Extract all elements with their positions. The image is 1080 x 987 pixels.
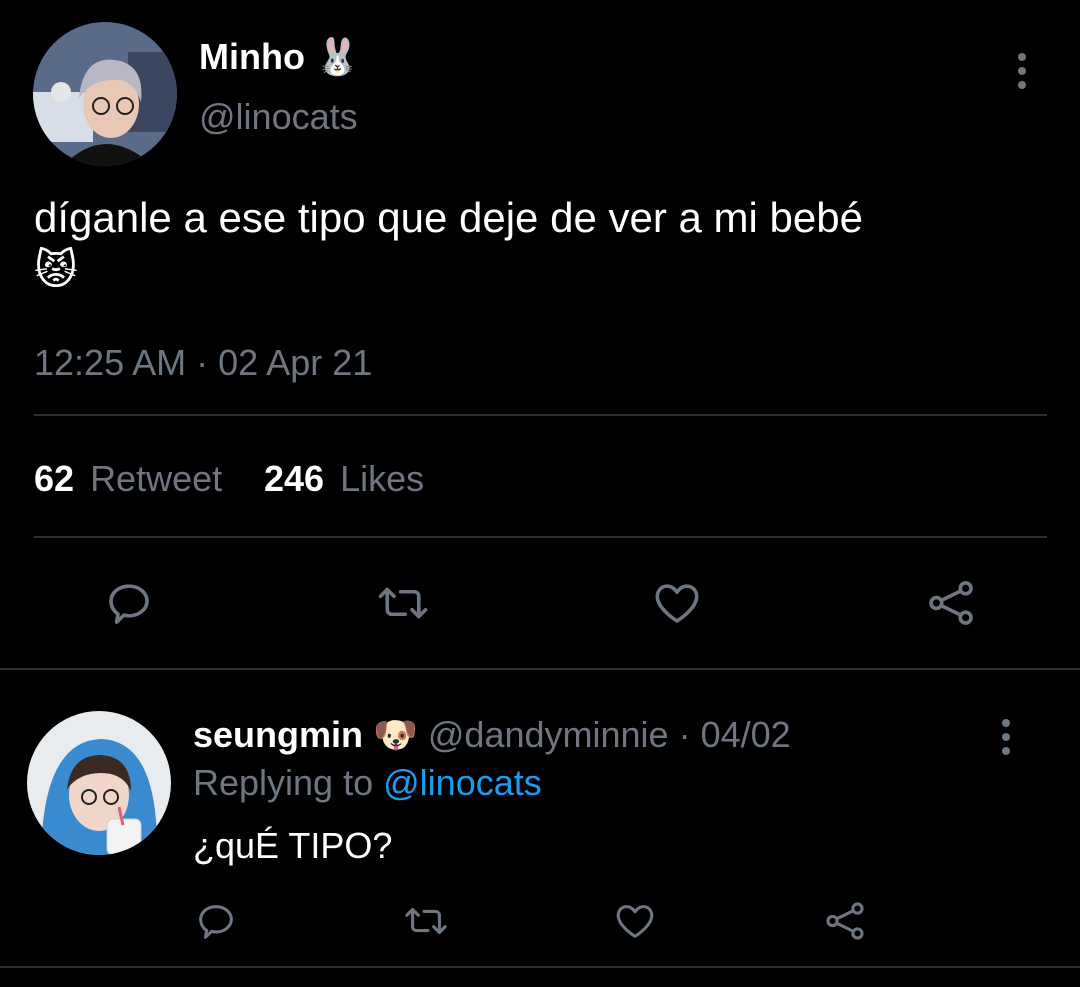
- heart-icon[interactable]: [610, 898, 660, 944]
- reply-name-emoji: 🐶: [373, 714, 418, 755]
- replying-to-handle[interactable]: @linocats: [383, 762, 542, 803]
- display-name-text: Minho: [199, 36, 305, 77]
- avatar[interactable]: [33, 22, 177, 166]
- reply-header: seungmin 🐶 @dandyminnie · 04/02: [193, 714, 791, 756]
- reply-text: ¿quÉ TIPO?: [193, 825, 393, 866]
- reply-icon[interactable]: [191, 898, 241, 944]
- likes-label: Likes: [340, 458, 425, 499]
- retweet-icon[interactable]: [370, 575, 436, 631]
- reply-display-name[interactable]: seungmin: [193, 714, 363, 755]
- section-divider: [0, 668, 1080, 670]
- user-handle[interactable]: @linocats: [199, 96, 358, 138]
- tweet-timestamp: 12:25 AM · 02 Apr 21: [34, 342, 372, 384]
- retweet-icon[interactable]: [398, 898, 454, 944]
- more-options-icon[interactable]: [1000, 719, 1012, 755]
- reply-date: 04/02: [700, 714, 791, 755]
- tweet-text-emoji: 😾: [34, 246, 78, 293]
- retweet-stat[interactable]: 62 Retweet: [34, 458, 222, 500]
- reply-icon[interactable]: [98, 575, 160, 631]
- replying-to-label: Replying to: [193, 762, 374, 803]
- avatar[interactable]: [27, 711, 171, 855]
- tweet-text-body: díganle a ese tipo que deje de ver a mi …: [34, 194, 863, 241]
- name-emoji: 🐰: [314, 36, 360, 77]
- likes-count: 246: [264, 458, 325, 499]
- share-icon[interactable]: [920, 575, 982, 631]
- reply-date-separator: ·: [678, 714, 691, 755]
- tweet-date: 02 Apr 21: [218, 342, 373, 383]
- share-icon[interactable]: [820, 898, 870, 944]
- date-separator: ·: [196, 342, 209, 383]
- retweet-count: 62: [34, 458, 75, 499]
- divider: [34, 414, 1047, 416]
- likes-stat[interactable]: 246 Likes: [264, 458, 424, 500]
- heart-icon[interactable]: [647, 575, 707, 631]
- section-divider: [0, 966, 1080, 968]
- replying-to: Replying to @linocats: [193, 762, 542, 804]
- retweet-label: Retweet: [90, 458, 223, 499]
- tweet-text: díganle a ese tipo que deje de ver a mi …: [34, 192, 1044, 296]
- divider: [34, 536, 1047, 538]
- reply-handle[interactable]: @dandyminnie: [428, 714, 669, 755]
- more-options-icon[interactable]: [1016, 53, 1028, 89]
- display-name[interactable]: Minho 🐰: [199, 36, 360, 78]
- tweet-time: 12:25 AM: [34, 342, 187, 383]
